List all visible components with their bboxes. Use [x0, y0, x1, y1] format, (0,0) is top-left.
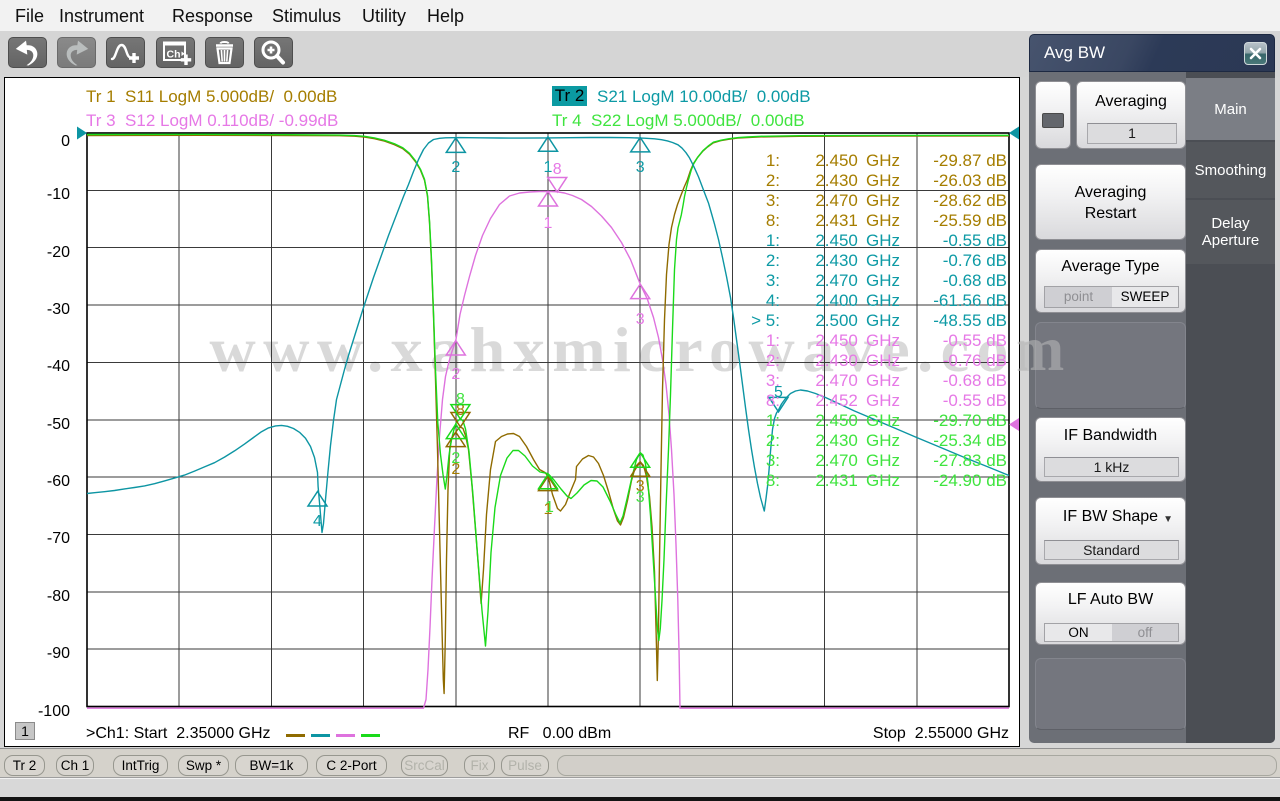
- svg-text:3: 3: [636, 489, 645, 506]
- svg-text:1: 1: [544, 215, 553, 232]
- svg-text:8: 8: [553, 161, 562, 178]
- svg-text:1: 1: [545, 499, 554, 516]
- svg-text:3: 3: [636, 311, 645, 328]
- svg-text:2: 2: [451, 366, 460, 383]
- svg-text:3: 3: [636, 159, 645, 176]
- svg-text:2: 2: [451, 450, 460, 467]
- svg-text:4: 4: [313, 513, 322, 530]
- svg-text:Ch: Ch: [167, 49, 181, 61]
- svg-text:2: 2: [451, 159, 460, 176]
- svg-text:1: 1: [544, 159, 553, 176]
- svg-text:8: 8: [456, 391, 465, 408]
